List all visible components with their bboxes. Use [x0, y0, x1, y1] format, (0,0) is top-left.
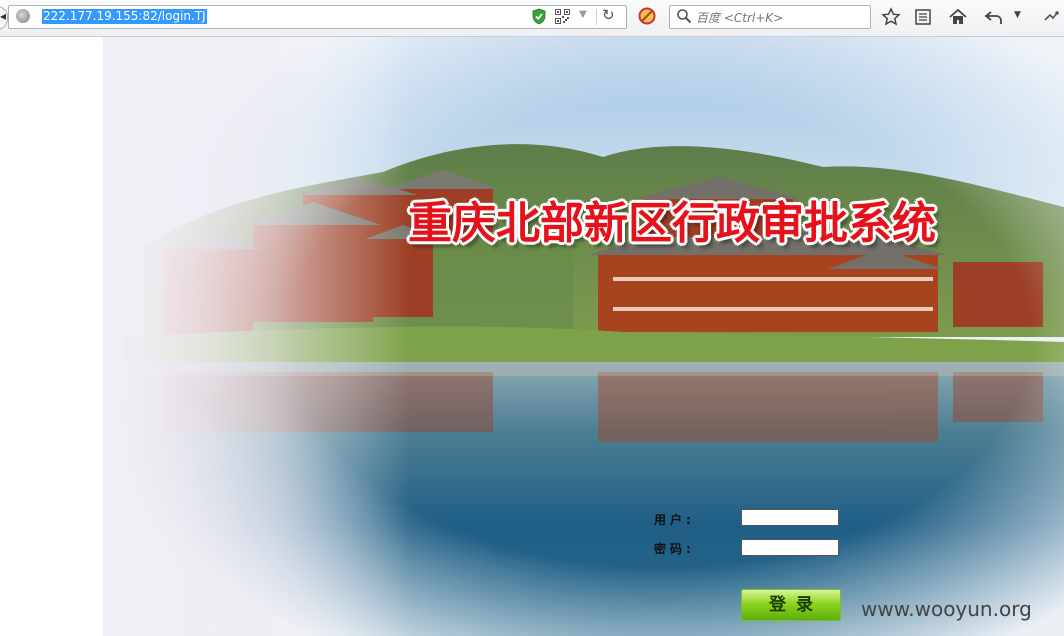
username-label: 用户:: [654, 513, 695, 527]
back-arrow-icon: ◂: [0, 9, 7, 23]
noscript-blocked-icon[interactable]: [638, 7, 656, 25]
search-bar[interactable]: 百度 <Ctrl+K>: [669, 5, 871, 29]
qr-code-icon[interactable]: [555, 9, 570, 24]
urlbar-separator: [596, 9, 597, 25]
search-placeholder: 百度 <Ctrl+K>: [696, 11, 784, 25]
home-icon[interactable]: [947, 6, 969, 28]
back-button[interactable]: ◂: [0, 6, 8, 30]
url-history-dropdown-icon[interactable]: ▼: [579, 9, 587, 20]
watermark-text: www.wooyun.org: [861, 597, 1032, 621]
address-bar[interactable]: 222.177.19.155:82/login.TJ ▼ ↻: [8, 5, 627, 29]
more-tools-dropdown-icon[interactable]: ▼: [1014, 10, 1021, 20]
bookmarks-menu-icon[interactable]: [912, 6, 934, 28]
password-input[interactable]: [741, 539, 839, 556]
shield-icon[interactable]: [531, 8, 547, 25]
login-background-image: 重庆北部新区行政审批系统 用户: 密码: 登录 www.wooyun.org: [103, 37, 1064, 636]
undo-close-tab-icon[interactable]: [983, 6, 1005, 28]
site-identity-icon[interactable]: [16, 9, 30, 23]
login-button[interactable]: 登录: [741, 589, 841, 621]
search-icon[interactable]: [676, 8, 692, 24]
reload-icon[interactable]: ↻: [602, 6, 615, 24]
password-label: 密码:: [654, 542, 695, 556]
extension-icon[interactable]: [1040, 6, 1062, 28]
username-input[interactable]: [741, 509, 839, 526]
browser-toolbar: ◂ 222.177.19.155:82/login.TJ ▼ ↻ 百度 <Ctr…: [0, 0, 1064, 37]
bookmark-star-icon[interactable]: [880, 6, 902, 28]
url-text[interactable]: 222.177.19.155:82/login.TJ: [42, 9, 207, 24]
system-title: 重庆北部新区行政审批系统: [408, 198, 936, 249]
lake-village-scenery: [103, 37, 1064, 636]
